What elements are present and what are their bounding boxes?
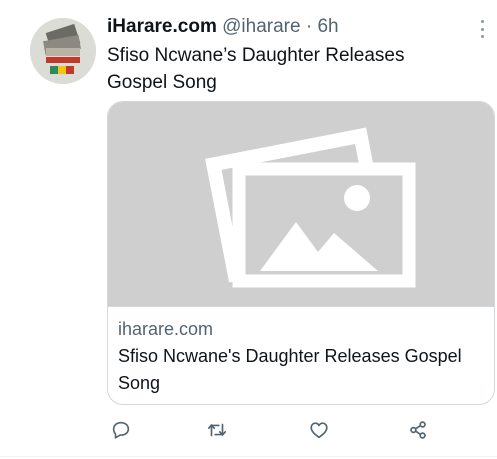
divider	[0, 456, 497, 457]
tweet-header: iHarare.com @iharare · 6h	[107, 14, 467, 40]
card-domain: iharare.com	[118, 319, 214, 339]
like-icon[interactable]	[305, 416, 333, 444]
more-options-icon[interactable]	[475, 18, 489, 40]
tweet[interactable]: iHarare.com @iharare · 6h Sfiso Ncwane’s…	[0, 0, 497, 459]
link-card[interactable]: iharare.com Sfiso Ncwane's Daughter Rele…	[107, 101, 495, 405]
reply-icon[interactable]	[107, 416, 135, 444]
retweet-icon[interactable]	[203, 416, 231, 444]
share-icon[interactable]	[404, 416, 432, 444]
card-title: Sfiso Ncwane's Daughter Releases Gospel …	[118, 346, 462, 393]
card-body[interactable]: iharare.com Sfiso Ncwane's Daughter Rele…	[108, 306, 494, 404]
timestamp[interactable]: 6h	[317, 16, 338, 37]
handle[interactable]: @iharare	[222, 16, 300, 37]
tweet-text: Sfiso Ncwane’s Daughter Releases Gospel …	[107, 45, 405, 93]
tweet-actions	[107, 416, 437, 446]
avatar[interactable]	[30, 18, 96, 84]
avatar-image	[30, 18, 96, 84]
separator: ·	[305, 16, 313, 37]
card-media[interactable]	[108, 102, 494, 306]
display-name[interactable]: iHarare.com	[107, 16, 217, 37]
image-placeholder-icon	[205, 127, 416, 288]
